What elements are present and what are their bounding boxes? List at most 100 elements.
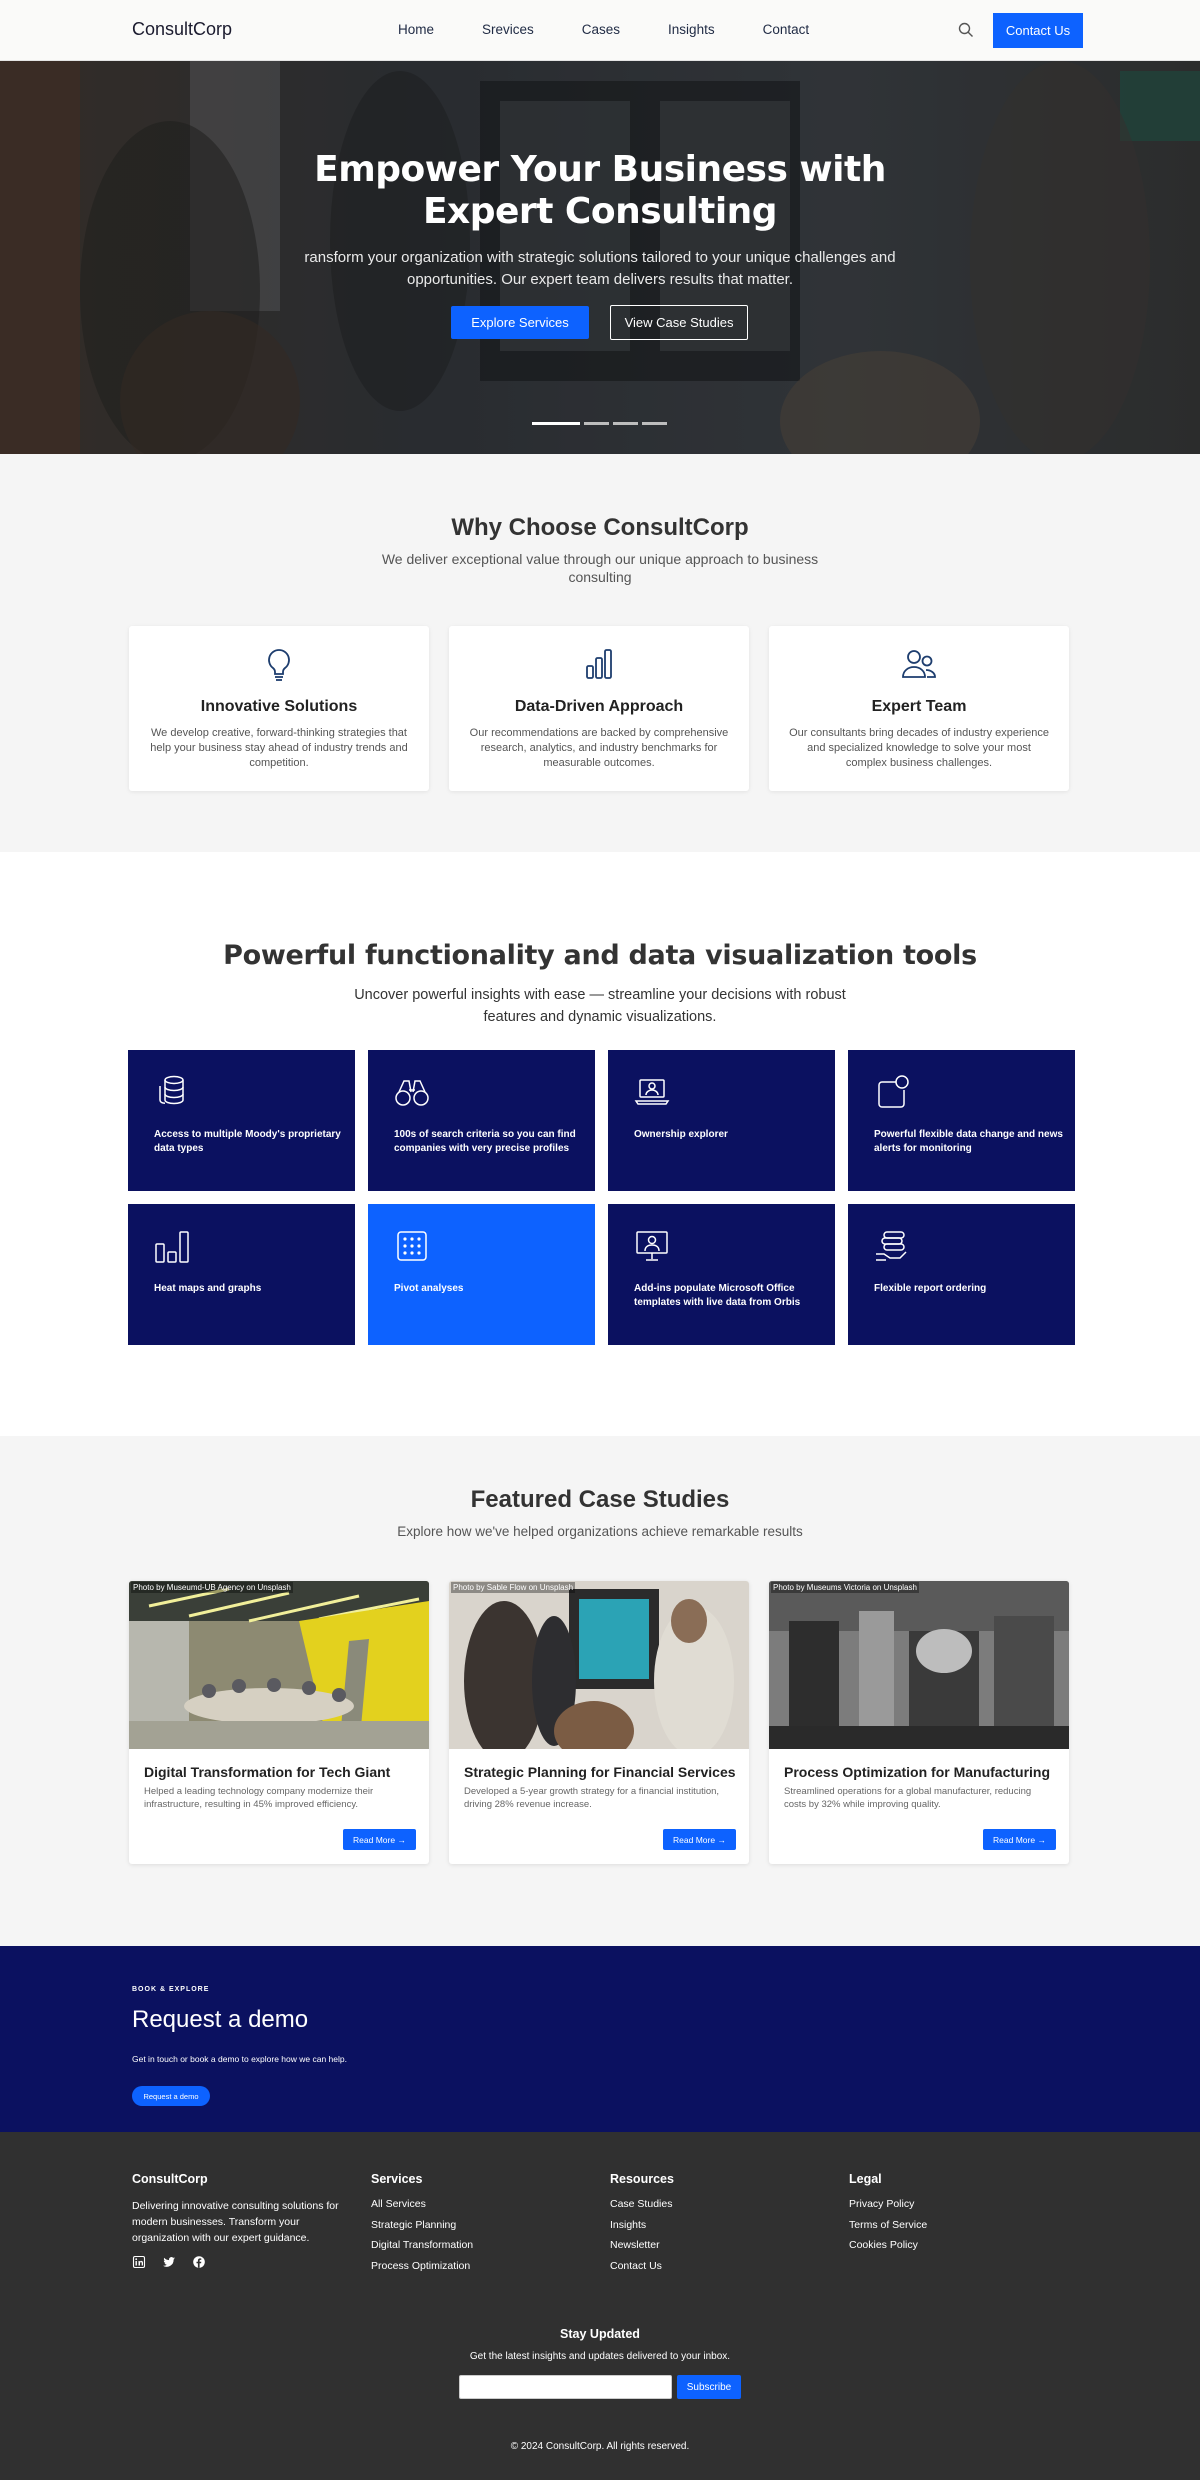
feature-tile-label: Pivot analyses [394,1283,464,1294]
demo-eyebrow: BOOK & EXPLORE [132,1986,210,1993]
feature-tile-label: Powerful flexible data change and news a… [874,1129,1063,1154]
nav-cases[interactable]: Cases [582,22,620,37]
case-study-title: Strategic Planning for Financial Service… [464,1764,736,1780]
feature-tile-active[interactable]: Pivot analyses [368,1204,595,1345]
feature-tile[interactable]: Flexible report ordering [848,1204,1075,1345]
contact-us-button[interactable]: Contact Us [993,13,1083,48]
footer-link[interactable]: Newsletter [610,2239,674,2251]
feature-tile[interactable]: Access to multiple Moody's proprietary d… [128,1050,355,1191]
stacked-coins-icon [876,1231,907,1261]
read-more-button[interactable]: Read More → [343,1829,416,1850]
read-more-button[interactable]: Read More → [983,1829,1056,1850]
slider-dot-1[interactable] [532,422,580,425]
photo-credit[interactable]: Photo by Museumd-UB Agency on Unsplash [131,1582,293,1593]
case-study-image [769,1581,1069,1749]
subscribe-button[interactable]: Subscribe [677,2375,741,2399]
view-case-studies-button[interactable]: View Case Studies [610,305,748,340]
why-choose-section: Why Choose ConsultCorp We deliver except… [0,454,1200,852]
hero-subtitle: ransform your organization with strategi… [304,249,896,288]
photo-credit[interactable]: Photo by Sable Flow on Unsplash [451,1582,576,1593]
hero-banner: Empower Your Business with Expert Consul… [0,61,1200,454]
footer-link[interactable]: Case Studies [610,2198,674,2210]
feature-tile[interactable]: 100s of search criteria so you can find … [368,1050,595,1191]
footer-brand: ConsultCorp [132,2172,208,2186]
nav-services[interactable]: Srevices [482,22,534,37]
why-card-title: Innovative Solutions [200,698,358,715]
case-study-text: Developed a 5-year growth strategy for a… [464,1786,720,1810]
footer-column-resources: Resources Case Studies Insights Newslett… [610,2172,674,2280]
nav-contact[interactable]: Contact [763,22,810,37]
case-study-text: Helped a leading technology company mode… [144,1786,374,1810]
explore-services-button[interactable]: Explore Services [451,306,589,339]
footer-column-title: Resources [610,2172,674,2186]
case-study-image [129,1581,429,1749]
why-subtitle: We deliver exceptional value through our… [381,551,819,585]
footer-link[interactable]: All Services [371,2198,473,2210]
functionality-subtitle: Uncover powerful insights with ease — st… [354,987,846,1025]
read-more-label: Read More [993,1834,1036,1845]
newsletter-email-input[interactable] [459,2375,672,2399]
case-study-card: Photo by Museumd-UB Agency on Unsplash D… [129,1581,429,1864]
twitter-icon[interactable] [162,2255,176,2269]
footer-link[interactable]: Privacy Policy [849,2198,927,2210]
case-studies-title: Featured Case Studies [470,1486,730,1513]
search-icon[interactable] [958,22,974,38]
footer-link[interactable]: Insights [610,2219,674,2231]
footer-column-title: Legal [849,2172,882,2186]
top-navigation-bar: ConsultCorp Home Srevices Cases Insights… [0,0,1200,61]
case-studies-subtitle: Explore how we've helped organizations a… [397,1524,803,1539]
case-study-card: Photo by Sable Flow on Unsplash Strategi… [449,1581,749,1864]
linkedin-icon[interactable] [132,2255,146,2269]
slider-dot-4[interactable] [642,422,667,425]
feature-tile[interactable]: Add-ins populate Microsoft Office templa… [608,1204,835,1345]
feature-tile-label: Flexible report ordering [874,1283,987,1294]
demo-title: Request a demo [132,2006,309,2033]
copyright: © 2024 ConsultCorp. All rights reserved. [510,2441,690,2452]
facebook-icon[interactable] [192,2255,206,2269]
feature-tile[interactable]: Heat maps and graphs [128,1204,355,1345]
bar-graph-icon [155,1231,189,1263]
case-study-card: Photo by Museums Victoria on Unsplash Pr… [769,1581,1069,1864]
case-study-title: Process Optimization for Manufacturing [784,1764,1051,1780]
calculator-icon [397,1231,427,1261]
request-demo-button[interactable]: Request a demo [132,2086,210,2106]
social-links [132,2255,206,2269]
arrow-right-icon: → [1037,1834,1046,1845]
read-more-button[interactable]: Read More → [663,1829,736,1850]
footer-link[interactable]: Cookies Policy [849,2239,927,2251]
slider-dots [532,422,667,425]
nav-home[interactable]: Home [398,22,434,37]
footer-column-title: Services [371,2172,423,2186]
lightbulb-icon [268,649,290,681]
footer-link[interactable]: Terms of Service [849,2219,927,2231]
feature-tile[interactable]: Powerful flexible data change and news a… [848,1050,1075,1191]
why-card-innovative: Innovative Solutions We develop creative… [129,626,429,791]
footer-column-services: Services All Services Strategic Planning… [371,2172,473,2280]
feature-tile-label: 100s of search criteria so you can find … [394,1129,576,1154]
feature-tile-label: Add-ins populate Microsoft Office templa… [634,1283,801,1308]
why-card-data-driven: Data-Driven Approach Our recommendations… [449,626,749,791]
why-card-expert-team: Expert Team Our consultants bring decade… [769,626,1069,791]
monitor-user-icon [636,1231,668,1261]
team-icon [902,650,936,678]
why-card-text: We develop creative, forward-thinking st… [150,727,408,769]
slider-dot-2[interactable] [584,422,609,425]
footer: ConsultCorp Delivering innovative consul… [0,2132,1200,2480]
feature-tile[interactable]: Ownership explorer [608,1050,835,1191]
logo[interactable]: ConsultCorp [132,19,232,40]
bar-chart-icon [586,649,612,679]
footer-link[interactable]: Contact Us [610,2260,674,2272]
newsletter-text: Get the latest insights and updates deli… [469,2351,731,2362]
footer-link[interactable]: Digital Transformation [371,2239,473,2251]
photo-credit[interactable]: Photo by Museums Victoria on Unsplash [771,1582,919,1593]
nav-insights[interactable]: Insights [668,22,715,37]
footer-link[interactable]: Process Optimization [371,2260,473,2272]
why-card-title: Expert Team [871,698,967,715]
why-title: Why Choose ConsultCorp [451,514,749,541]
slider-dot-3[interactable] [613,422,638,425]
binoculars-icon [395,1080,429,1106]
footer-link[interactable]: Strategic Planning [371,2219,473,2231]
why-card-title: Data-Driven Approach [514,698,684,715]
feature-tile-label: Access to multiple Moody's proprietary d… [154,1129,341,1154]
newsletter-title: Stay Updated [560,2327,640,2341]
